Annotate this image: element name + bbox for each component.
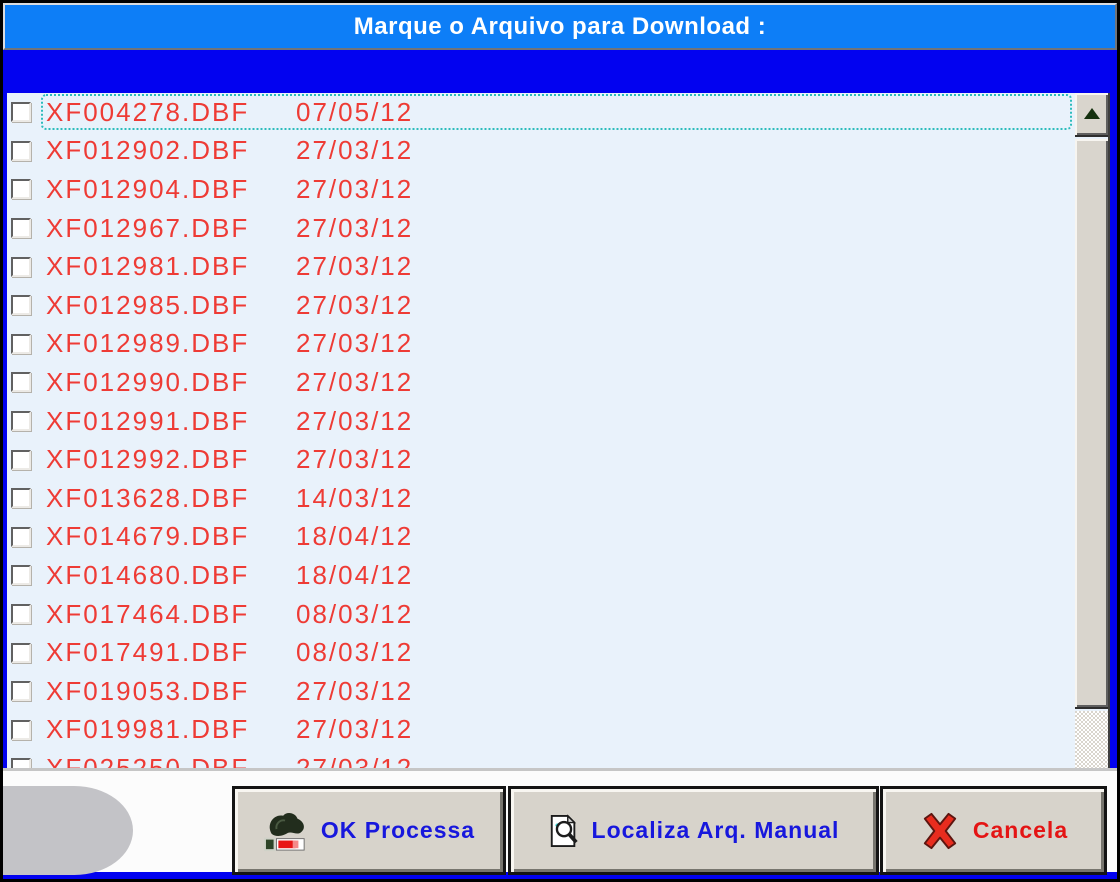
file-checkbox[interactable] — [11, 333, 31, 354]
file-checkbox[interactable] — [11, 681, 31, 702]
file-row[interactable]: XF014680.DBF 18/04/12 — [7, 556, 1075, 595]
file-row[interactable]: XF017491.DBF 08/03/12 — [7, 633, 1075, 672]
file-checkbox[interactable] — [11, 488, 31, 509]
file-checkbox[interactable] — [11, 642, 31, 663]
file-checkbox[interactable] — [11, 719, 31, 740]
file-date: 18/04/12 — [296, 521, 414, 552]
dialog-title: Marque o Arquivo para Download : — [353, 12, 767, 40]
file-name: XF012967.DBF — [46, 212, 250, 243]
file-name: XF025250.DBF — [46, 752, 250, 768]
file-checkbox[interactable] — [11, 295, 31, 316]
file-date: 27/03/12 — [296, 714, 414, 745]
file-row[interactable]: XF012904.DBF 27/03/12 — [7, 170, 1075, 209]
file-name: XF012981.DBF — [46, 251, 250, 282]
file-name: XF019053.DBF — [46, 675, 250, 706]
file-row[interactable]: XF025250.DBF 27/03/12 — [7, 749, 1075, 768]
localiza-arq-manual-button[interactable]: Localiza Arq. Manual — [508, 786, 879, 875]
up-arrow-icon — [1083, 107, 1100, 119]
file-date: 27/03/12 — [296, 328, 414, 359]
file-date: 27/03/12 — [296, 675, 414, 706]
file-row[interactable]: XF019053.DBF 27/03/12 — [7, 672, 1075, 711]
file-name: XF017464.DBF — [46, 598, 250, 629]
file-date: 27/03/12 — [296, 135, 414, 166]
file-checkbox[interactable] — [11, 565, 31, 586]
red-x-icon — [919, 812, 961, 850]
file-name: XF014679.DBF — [46, 521, 250, 552]
file-date: 27/03/12 — [296, 289, 414, 320]
file-name: XF012990.DBF — [46, 366, 250, 397]
document-magnifier-icon — [548, 813, 580, 848]
file-name: XF012989.DBF — [46, 328, 250, 359]
file-row[interactable]: XF012992.DBF 27/03/12 — [7, 440, 1075, 479]
file-date: 27/03/12 — [296, 752, 414, 768]
file-checkbox[interactable] — [11, 179, 31, 200]
file-checkbox[interactable] — [11, 102, 31, 123]
file-row[interactable]: XF017464.DBF 08/03/12 — [7, 595, 1075, 634]
button-bar: OK Processa Localiza Arq. Manual Cancela — [3, 768, 1117, 875]
file-date: 27/03/12 — [296, 405, 414, 436]
file-checkbox[interactable] — [11, 372, 31, 393]
file-date: 27/03/12 — [296, 251, 414, 282]
file-name: XF017491.DBF — [46, 637, 250, 668]
file-date: 27/03/12 — [296, 366, 414, 397]
file-date: 07/05/12 — [296, 96, 414, 127]
file-checkbox[interactable] — [11, 758, 31, 768]
file-row[interactable]: XF012989.DBF 27/03/12 — [7, 325, 1075, 364]
file-date: 27/03/12 — [296, 173, 414, 204]
file-name: XF014680.DBF — [46, 559, 250, 590]
hand-gauge-icon — [263, 810, 309, 852]
scrollbar-thumb[interactable] — [1075, 139, 1108, 709]
file-row[interactable]: XF014679.DBF 18/04/12 — [7, 518, 1075, 557]
scrollbar-up-button[interactable] — [1075, 93, 1108, 137]
file-name: XF013628.DBF — [46, 482, 250, 513]
file-date: 27/03/12 — [296, 212, 414, 243]
file-name: XF012902.DBF — [46, 135, 250, 166]
file-row[interactable]: XF004278.DBF 07/05/12 — [7, 93, 1075, 132]
file-row[interactable]: XF019981.DBF 27/03/12 — [7, 711, 1075, 750]
decorative-gray-shape — [3, 786, 133, 875]
file-name: XF012985.DBF — [46, 289, 250, 320]
file-row[interactable]: XF013628.DBF 14/03/12 — [7, 479, 1075, 518]
localiza-arq-manual-label: Localiza Arq. Manual — [591, 817, 840, 843]
file-row[interactable]: XF012990.DBF 27/03/12 — [7, 363, 1075, 402]
file-rows: XF004278.DBF 07/05/12 XF012902.DBF 27/03… — [7, 93, 1075, 768]
file-date: 14/03/12 — [296, 482, 414, 513]
file-checkbox[interactable] — [11, 256, 31, 277]
file-row[interactable]: XF012967.DBF 27/03/12 — [7, 209, 1075, 248]
file-name: XF004278.DBF — [46, 96, 250, 127]
file-date: 08/03/12 — [296, 637, 414, 668]
file-row[interactable]: XF012902.DBF 27/03/12 — [7, 132, 1075, 171]
file-name: XF012992.DBF — [46, 444, 250, 475]
file-checkbox[interactable] — [11, 604, 31, 625]
file-row[interactable]: XF012981.DBF 27/03/12 — [7, 247, 1075, 286]
download-dialog-window: Marque o Arquivo para Download : XF00427… — [0, 0, 1120, 882]
file-date: 27/03/12 — [296, 444, 414, 475]
file-checkbox[interactable] — [11, 218, 31, 239]
file-checkbox[interactable] — [11, 140, 31, 161]
file-checkbox[interactable] — [11, 526, 31, 547]
dialog-titlebar: Marque o Arquivo para Download : — [3, 3, 1117, 50]
ok-processa-button[interactable]: OK Processa — [232, 786, 506, 875]
ok-processa-label: OK Processa — [320, 817, 476, 843]
file-name: XF012991.DBF — [46, 405, 250, 436]
file-listbox: XF004278.DBF 07/05/12 XF012902.DBF 27/03… — [7, 93, 1110, 768]
file-date: 18/04/12 — [296, 559, 414, 590]
file-date: 08/03/12 — [296, 598, 414, 629]
cancela-button[interactable]: Cancela — [880, 786, 1107, 875]
file-row[interactable]: XF012985.DBF 27/03/12 — [7, 286, 1075, 325]
scrollbar-track[interactable] — [1075, 711, 1108, 768]
file-checkbox[interactable] — [11, 449, 31, 470]
file-row[interactable]: XF012991.DBF 27/03/12 — [7, 402, 1075, 441]
vertical-scrollbar — [1075, 93, 1110, 768]
file-checkbox[interactable] — [11, 411, 31, 432]
file-name: XF012904.DBF — [46, 173, 250, 204]
file-name: XF019981.DBF — [46, 714, 250, 745]
cancela-label: Cancela — [972, 817, 1069, 843]
